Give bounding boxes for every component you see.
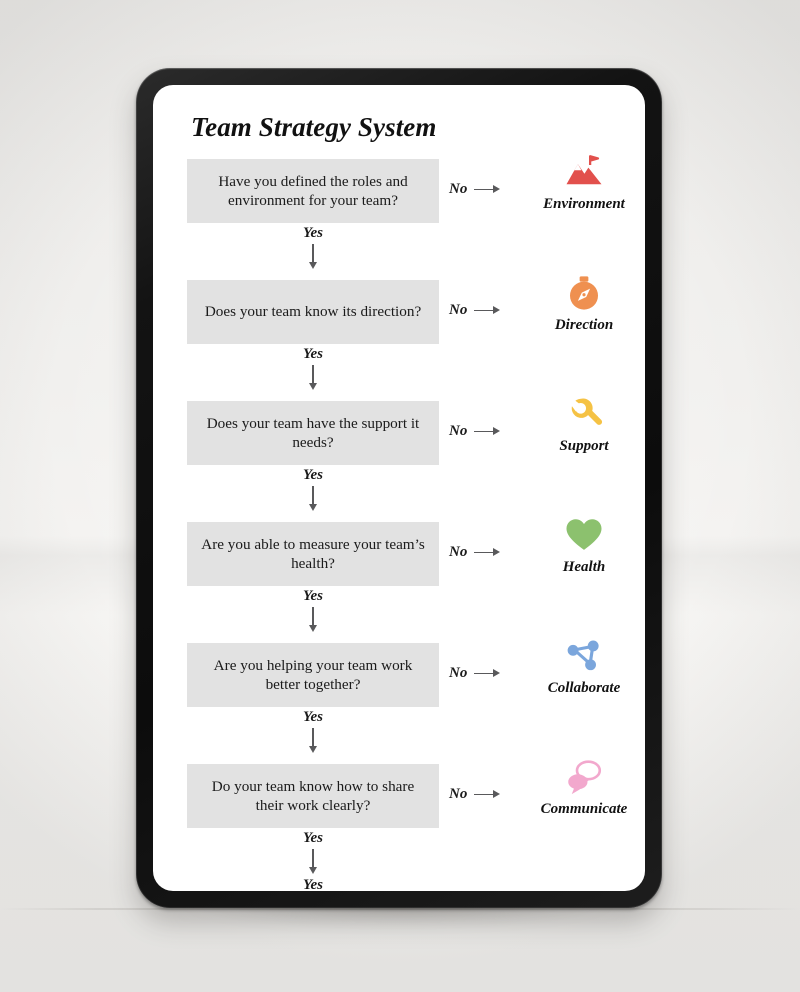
yes-label: Yes: [303, 830, 323, 846]
tablet-device: Team Strategy System Have you defined th…: [136, 68, 662, 908]
arrow-down-icon: [308, 365, 318, 390]
tactic-environment[interactable]: Environment: [525, 151, 643, 213]
tactic-health[interactable]: Health: [525, 514, 643, 576]
question-box[interactable]: Does your team know its direction?: [187, 280, 439, 344]
flow-step: Do your team know how to share their wor…: [153, 760, 645, 885]
yes-branch: Yes: [187, 830, 439, 874]
yes-branch: Yes: [187, 346, 439, 390]
mountain-icon: [563, 151, 605, 193]
question-box[interactable]: Have you defined the roles and environme…: [187, 159, 439, 223]
tactic-label: Environment: [543, 196, 625, 212]
yes-branch: Yes: [187, 588, 439, 632]
tactic-support[interactable]: Support: [525, 393, 643, 455]
arrow-down-icon: [308, 486, 318, 511]
no-label: No: [449, 544, 468, 560]
yes-branch: Yes: [187, 709, 439, 753]
share-nodes-icon: [563, 635, 605, 677]
tactic-direction[interactable]: Direction: [525, 272, 643, 334]
no-branch: No: [449, 181, 501, 198]
arrow-right-icon: [474, 669, 501, 679]
tactic-label: Direction: [554, 317, 614, 333]
yes-label: Yes: [303, 709, 323, 725]
page-title: Team Strategy System: [191, 112, 437, 142]
yes-branch: Yes: [187, 467, 439, 511]
yes-branch: Yes: [187, 225, 439, 269]
no-branch: No: [449, 302, 501, 319]
no-branch: No: [449, 665, 501, 682]
wrench-icon: [563, 393, 605, 435]
arrow-down-icon: [308, 849, 318, 874]
question-text: Do your team know how to share their wor…: [211, 777, 415, 814]
tactic-collaborate[interactable]: Collaborate: [525, 635, 643, 697]
question-text: Have you defined the roles and environme…: [218, 172, 408, 209]
compass-icon: [563, 272, 605, 314]
final-decision-row: Yes Recognition: [153, 877, 645, 891]
no-label: No: [449, 302, 468, 318]
arrow-right-icon: [474, 427, 501, 437]
question-box[interactable]: Do your team know how to share their wor…: [187, 764, 439, 828]
yes-label: Yes: [303, 346, 323, 362]
no-label: No: [449, 786, 468, 802]
no-label: No: [449, 665, 468, 681]
strategy-card: Team Strategy System Have you defined th…: [153, 85, 645, 891]
heart-icon: [563, 514, 605, 556]
tactic-label: Support: [559, 438, 609, 454]
question-box[interactable]: Are you helping your team work better to…: [187, 643, 439, 707]
speech-bubbles-icon: [563, 756, 605, 798]
arrow-right-icon: [474, 790, 501, 800]
no-branch: No: [449, 544, 501, 561]
flow-step: Does your team have the support it needs…: [153, 398, 645, 522]
question-text: Does your team have the support it needs…: [206, 414, 420, 451]
tablet-screen: Team Strategy System Have you defined th…: [153, 85, 645, 891]
tactic-label: Collaborate: [547, 680, 621, 696]
tactic-label: Communicate: [540, 801, 628, 817]
yes-label: Yes: [303, 225, 323, 241]
yes-label: Yes: [303, 588, 323, 604]
arrow-right-icon: [474, 185, 501, 195]
question-text: Does your team know its direction?: [204, 303, 422, 321]
final-yes-label: Yes: [303, 877, 323, 891]
arrow-down-icon: [308, 244, 318, 269]
no-label: No: [449, 423, 468, 439]
scene: Team Strategy System Have you defined th…: [0, 0, 800, 992]
flow-step: Does your team know its direction? No Dire…: [153, 276, 645, 401]
question-box[interactable]: Are you able to measure your team’s heal…: [187, 522, 439, 586]
flow-step: Are you able to measure your team’s heal…: [153, 519, 645, 643]
arrow-right-icon: [474, 306, 501, 316]
question-text: Are you helping your team work better to…: [213, 656, 413, 693]
tactic-communicate[interactable]: Communicate: [525, 756, 643, 818]
flow-step: Have you defined the roles and environme…: [153, 155, 645, 280]
no-label: No: [449, 181, 468, 197]
arrow-down-icon: [308, 728, 318, 753]
no-branch: No: [449, 786, 501, 803]
flow-step: Are you helping your team work better to…: [153, 640, 645, 764]
arrow-right-icon: [474, 548, 501, 558]
no-branch: No: [449, 423, 501, 440]
arrow-down-icon: [308, 607, 318, 632]
tactic-label: Health: [562, 559, 606, 575]
yes-label: Yes: [303, 467, 323, 483]
decision-flow: Have you defined the roles and environme…: [153, 155, 645, 885]
question-box[interactable]: Does your team have the support it needs…: [187, 401, 439, 465]
question-text: Are you able to measure your team’s heal…: [201, 535, 425, 572]
